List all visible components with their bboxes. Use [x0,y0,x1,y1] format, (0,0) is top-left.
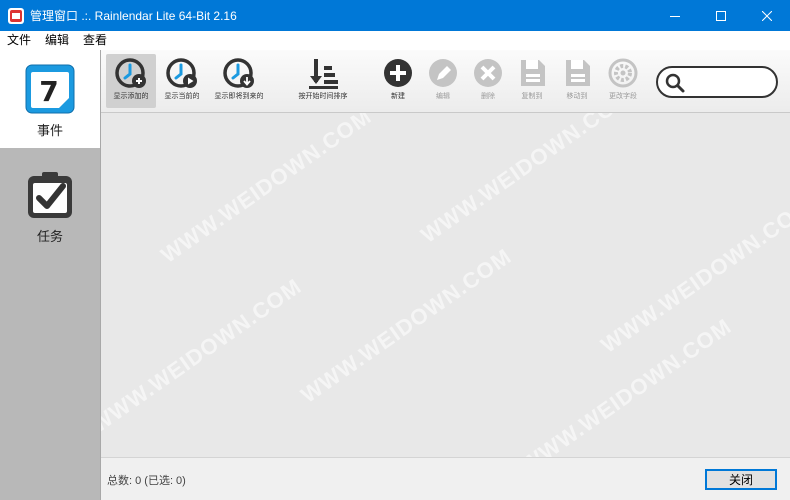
toolbar-label: 复制到 [521,93,543,100]
copy-to-button[interactable]: 复制到 [515,54,549,108]
sort-by-start-time-icon [309,59,338,89]
event-list[interactable]: WWW.WEIDOWN.COM WWW.WEIDOWN.COM WWW.WEID… [101,113,790,457]
show-current-icon [166,58,197,88]
show-upcoming-button[interactable]: 显示即将到来的 [208,54,270,108]
footer: 总数: 0 (已选: 0) 关闭 [101,457,790,500]
delete-icon [474,59,502,87]
window-title: 管理窗口 .:. Rainlendar Lite 64-Bit 2.16 [30,9,237,23]
close-icon [762,10,772,21]
toolbar-label: 显示即将到来的 [214,93,264,100]
show-upcoming-icon [223,58,254,88]
title-bar: 管理窗口 .:. Rainlendar Lite 64-Bit 2.16 [0,0,790,31]
new-button[interactable]: 新建 [381,54,415,108]
change-fields-button[interactable]: 更改字段 [603,54,643,108]
toolbar-label: 按开始时间排序 [298,93,348,100]
watermark: WWW.WEIDOWN.COM [101,273,307,438]
window-controls [652,0,790,31]
sidebar-item-tasks[interactable]: 任务 [0,156,100,254]
toolbar-label: 显示添加的 [113,93,149,100]
change-fields-icon [608,58,638,88]
task-clipboard-icon [28,172,72,218]
sidebar: 7 事件 任务 [0,50,101,500]
sort-by-start-time-button[interactable]: 按开始时间排序 [293,54,353,108]
app-icon [8,7,24,24]
toolbar: 显示添加的 显示当前的 显示即将到来的 按开始时间排序 新建 编辑 删除 复制到… [101,50,790,113]
calendar-day-number: 7 [39,75,58,108]
copy-to-icon [521,60,545,86]
move-to-button[interactable]: 移动到 [560,54,594,108]
toolbar-label: 编辑 [436,93,450,100]
watermark: WWW.WEIDOWN.COM [416,113,637,248]
new-icon [384,59,412,87]
move-to-icon [566,60,590,86]
status-count: 总数: 0 (已选: 0) [107,475,186,487]
watermark: WWW.WEIDOWN.COM [156,113,377,268]
delete-button[interactable]: 删除 [471,54,505,108]
edit-icon [429,59,457,87]
search-icon [665,73,685,93]
minimize-button[interactable] [652,0,698,31]
maximize-icon [716,10,726,21]
close-window-button[interactable] [744,0,790,31]
calendar-icon: 7 [25,64,75,114]
search-box [656,66,778,98]
show-added-button[interactable]: 显示添加的 [106,54,156,108]
close-button[interactable]: 关闭 [705,469,777,490]
show-added-icon [115,58,146,88]
toolbar-label: 新建 [391,93,405,100]
watermark: WWW.WEIDOWN.COM [296,243,517,408]
toolbar-label: 更改字段 [609,93,637,100]
menu-view[interactable]: 查看 [76,31,114,50]
toolbar-label: 移动到 [566,93,588,100]
menu-bar: 文件 编辑 查看 [0,31,790,50]
minimize-icon [670,15,680,17]
menu-file[interactable]: 文件 [0,31,38,50]
sidebar-item-label: 任务 [36,229,63,244]
show-current-button[interactable]: 显示当前的 [158,54,206,108]
menu-edit[interactable]: 编辑 [38,31,76,50]
toolbar-label: 删除 [481,93,495,100]
edit-button[interactable]: 编辑 [426,54,460,108]
maximize-button[interactable] [698,0,744,31]
sidebar-item-events[interactable]: 7 事件 [0,50,100,148]
sidebar-item-label: 事件 [36,123,63,138]
search-input[interactable] [688,72,772,92]
toolbar-label: 显示当前的 [164,93,200,100]
